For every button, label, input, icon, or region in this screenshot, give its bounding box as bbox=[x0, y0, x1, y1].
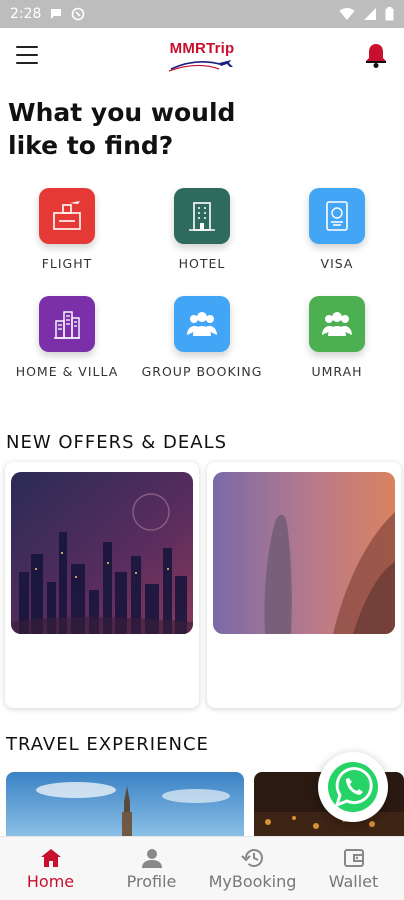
service-visa[interactable]: VISA bbox=[270, 188, 404, 271]
sync-notification-icon bbox=[72, 7, 85, 21]
visa-tile bbox=[309, 188, 365, 244]
heading-line-1: What you would bbox=[8, 98, 236, 127]
offer-image-city-skyline bbox=[11, 472, 193, 634]
hotel-icon bbox=[189, 202, 215, 231]
service-umrah[interactable]: UMRAH bbox=[270, 296, 404, 379]
status-bar: 2:28 bbox=[0, 0, 404, 28]
passport-icon bbox=[326, 201, 348, 231]
group-icon bbox=[187, 312, 217, 336]
service-flight[interactable]: FLIGHT bbox=[0, 188, 134, 271]
service-label: VISA bbox=[320, 256, 354, 271]
nav-wallet[interactable]: Wallet bbox=[303, 837, 404, 900]
offers-section-title: NEW OFFERS & DEALS bbox=[6, 432, 228, 453]
offer-image-statue bbox=[213, 472, 395, 634]
nav-home[interactable]: Home bbox=[0, 837, 101, 900]
travel-experience-card[interactable] bbox=[6, 772, 244, 840]
nav-label-home: Home bbox=[26, 871, 75, 891]
service-hotel[interactable]: HOTEL bbox=[135, 188, 269, 271]
app-logo: MMRTrip bbox=[167, 40, 237, 73]
service-label: GROUP BOOKING bbox=[141, 364, 263, 379]
flight-icon bbox=[53, 201, 81, 230]
logo-plane-swoosh-icon bbox=[168, 59, 233, 72]
page-heading: What you would like to find? bbox=[8, 96, 388, 162]
offer-image bbox=[11, 472, 193, 634]
whatsapp-button[interactable] bbox=[318, 752, 388, 822]
logo-text: MMRTrip bbox=[169, 39, 235, 57]
battery-icon bbox=[385, 7, 394, 21]
service-home-villa[interactable]: HOME & VILLA bbox=[0, 296, 134, 379]
menu-bar-top bbox=[16, 46, 38, 48]
nav-label-profile: Profile bbox=[126, 871, 177, 891]
service-label: HOME & VILLA bbox=[15, 364, 119, 379]
service-label: HOTEL bbox=[178, 256, 226, 271]
nav-profile[interactable]: Profile bbox=[101, 837, 202, 900]
service-group-booking[interactable]: GROUP BOOKING bbox=[135, 296, 269, 379]
flight-tile bbox=[39, 188, 95, 244]
villa-icon bbox=[54, 311, 80, 339]
service-label: FLIGHT bbox=[41, 256, 93, 271]
bottom-navigation: Home Profile MyBooking Wallet bbox=[0, 836, 404, 900]
nav-mybooking[interactable]: MyBooking bbox=[202, 837, 303, 900]
wifi-icon bbox=[339, 8, 355, 20]
home-icon bbox=[40, 848, 61, 867]
person-icon bbox=[141, 848, 162, 868]
offer-card[interactable] bbox=[5, 462, 199, 708]
travel-section-title: TRAVEL EXPERIENCE bbox=[6, 734, 209, 755]
travel-image-tower bbox=[6, 772, 244, 840]
nav-label-mybooking: MyBooking bbox=[208, 871, 297, 891]
hotel-tile bbox=[174, 188, 230, 244]
signal-icon bbox=[364, 8, 376, 20]
group-icon bbox=[322, 312, 352, 336]
wallet-icon bbox=[343, 848, 364, 867]
villa-tile bbox=[39, 296, 95, 352]
menu-bar-bottom bbox=[16, 62, 38, 64]
offer-card[interactable] bbox=[207, 462, 401, 708]
chat-notification-icon bbox=[51, 9, 62, 19]
history-icon bbox=[240, 848, 263, 867]
notification-bell-icon[interactable] bbox=[364, 42, 388, 68]
menu-bar-middle bbox=[16, 54, 38, 56]
whatsapp-icon bbox=[328, 762, 378, 812]
service-label: UMRAH bbox=[311, 364, 363, 379]
status-time: 2:28 bbox=[10, 6, 42, 22]
menu-button[interactable] bbox=[16, 46, 38, 64]
offer-image bbox=[213, 472, 395, 634]
app-bar: MMRTrip bbox=[0, 28, 404, 84]
nav-label-wallet: Wallet bbox=[328, 871, 379, 891]
heading-line-2: like to find? bbox=[8, 131, 174, 160]
group-booking-tile bbox=[174, 296, 230, 352]
umrah-tile bbox=[309, 296, 365, 352]
